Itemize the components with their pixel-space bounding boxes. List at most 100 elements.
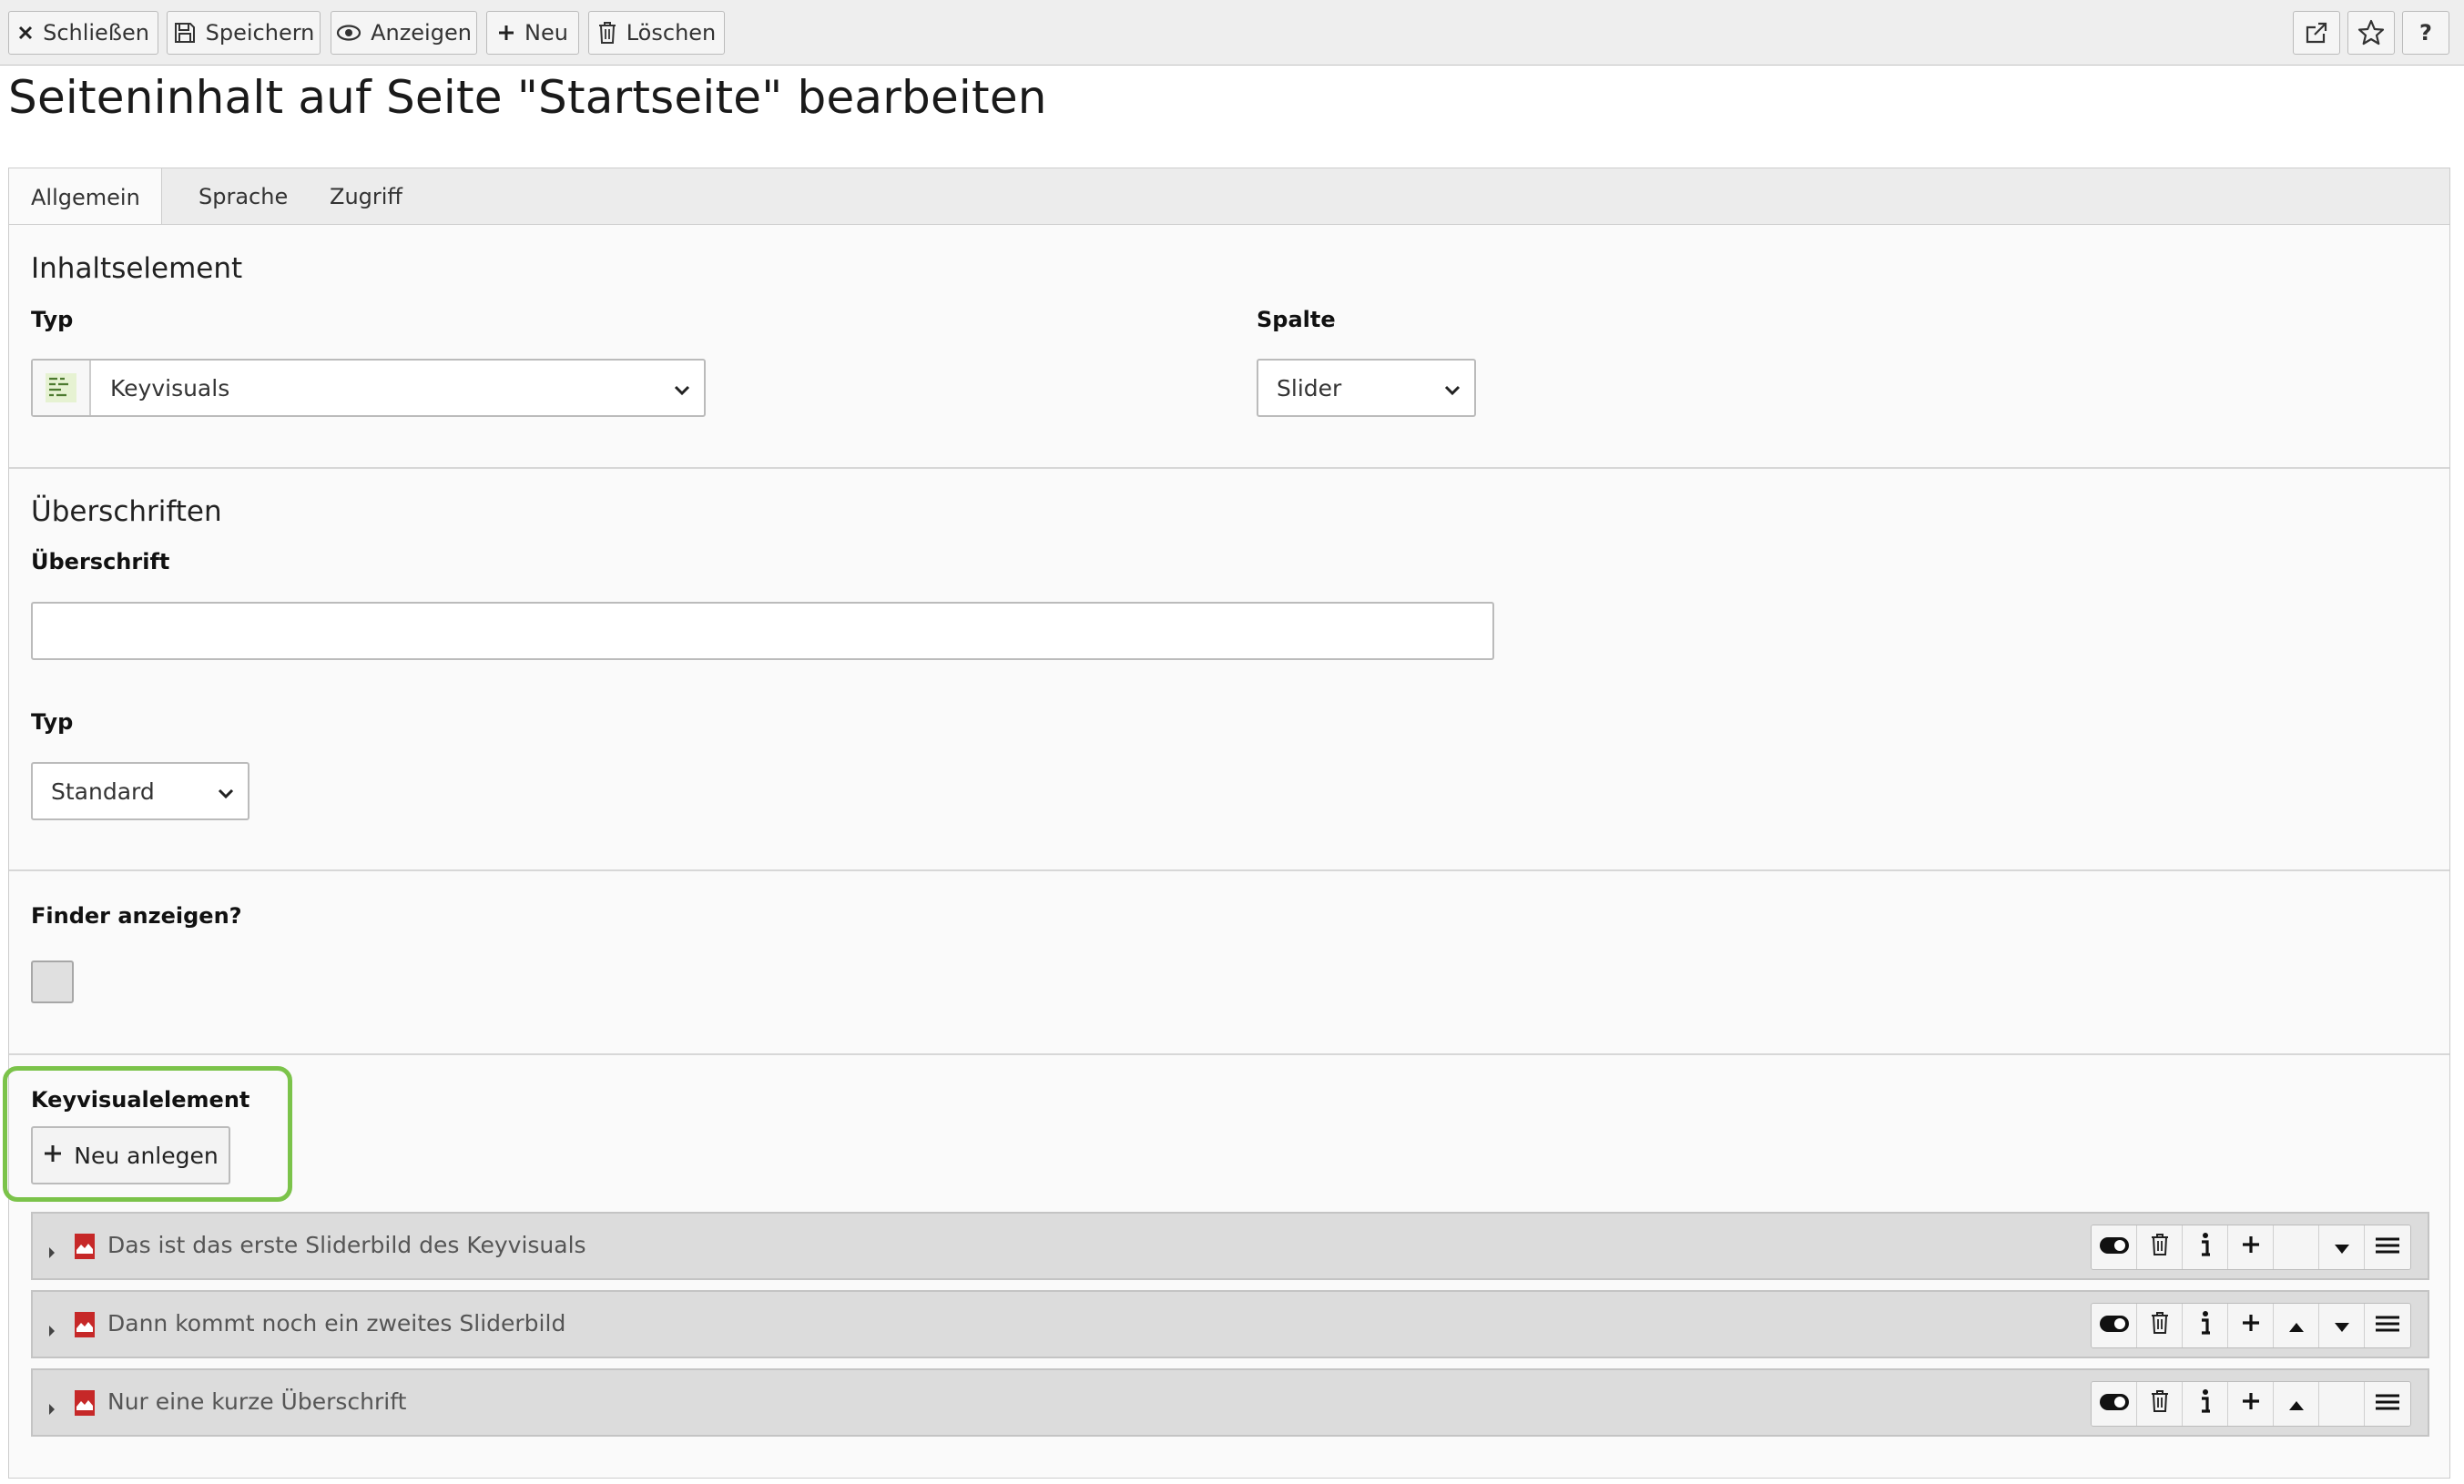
- drag-handle[interactable]: [2365, 1225, 2410, 1269]
- plus-icon: [2241, 1391, 2261, 1417]
- info-icon: [2200, 1388, 2211, 1419]
- trash-icon: [2150, 1233, 2170, 1262]
- caret-right-icon[interactable]: [47, 1397, 56, 1422]
- chevron-down-icon: [673, 379, 691, 405]
- bookmark-button[interactable]: [2347, 11, 2395, 55]
- bars-icon: [2375, 1235, 2400, 1260]
- move-up-button[interactable]: [2274, 1304, 2319, 1347]
- close-button-label: Schließen: [43, 20, 149, 46]
- info-icon: [2200, 1310, 2211, 1341]
- hide-toggle-button[interactable]: [2092, 1382, 2137, 1426]
- close-icon: [17, 25, 34, 41]
- list-item[interactable]: Nur eine kurze Überschrift: [31, 1368, 2429, 1437]
- view-button[interactable]: Anzeigen: [331, 11, 477, 55]
- chevron-down-icon: [217, 782, 235, 808]
- tab-label: Zugriff: [330, 184, 402, 209]
- caret-up-icon: [2288, 1313, 2305, 1338]
- plus-icon: [497, 24, 515, 42]
- list-item[interactable]: Das ist das erste Sliderbild des Keyvisu…: [31, 1212, 2429, 1280]
- record-controls: [2091, 1225, 2411, 1270]
- delete-button-label: Löschen: [626, 20, 717, 46]
- caret-right-icon[interactable]: [47, 1240, 56, 1265]
- record-controls: [2091, 1303, 2411, 1348]
- open-new-window-button[interactable]: [2293, 11, 2340, 55]
- help-icon: ?: [2419, 20, 2432, 46]
- toggle-icon: [2099, 1313, 2130, 1338]
- create-new-button[interactable]: Neu anlegen: [31, 1126, 230, 1184]
- move-up-button[interactable]: [2274, 1382, 2319, 1426]
- column-select[interactable]: Slider: [1257, 359, 1476, 417]
- tab-language[interactable]: Sprache: [177, 168, 310, 225]
- toggle-icon: [2099, 1391, 2130, 1417]
- info-button[interactable]: [2183, 1382, 2228, 1426]
- bars-icon: [2375, 1391, 2400, 1417]
- save-button-label: Speichern: [205, 20, 315, 46]
- caret-right-icon[interactable]: [47, 1318, 56, 1344]
- column-label: Spalte: [1257, 307, 1336, 332]
- content-type-icon: [33, 361, 91, 415]
- tab-label: Allgemein: [31, 184, 140, 210]
- close-button[interactable]: Schließen: [8, 11, 158, 55]
- info-button[interactable]: [2183, 1304, 2228, 1347]
- chevron-down-icon: [1443, 379, 1461, 405]
- record-title[interactable]: Das ist das erste Sliderbild des Keyvisu…: [107, 1232, 586, 1258]
- tab-access[interactable]: Zugriff: [308, 168, 424, 225]
- move-down-button[interactable]: [2319, 1225, 2365, 1269]
- header-type-value: Standard: [51, 778, 155, 805]
- plus-icon: [2241, 1313, 2261, 1338]
- info-icon: [2200, 1232, 2211, 1263]
- delete-button[interactable]: Löschen: [588, 11, 725, 55]
- header-type-label: Typ: [31, 709, 74, 735]
- add-record-after-button[interactable]: [2228, 1382, 2274, 1426]
- info-button[interactable]: [2183, 1225, 2228, 1269]
- header-type-select[interactable]: Standard: [31, 762, 249, 820]
- plus-icon: [43, 1143, 63, 1169]
- content-type-value: Keyvisuals: [110, 374, 230, 401]
- header-input[interactable]: [31, 602, 1494, 660]
- tab-general[interactable]: Allgemein: [9, 168, 162, 226]
- section-title-headers: Überschriften: [31, 495, 222, 528]
- new-button[interactable]: Neu: [486, 11, 579, 55]
- view-button-label: Anzeigen: [371, 20, 472, 46]
- hide-toggle-button[interactable]: [2092, 1225, 2137, 1269]
- new-button-label: Neu: [524, 20, 568, 46]
- drag-handle[interactable]: [2365, 1304, 2410, 1347]
- image-record-icon: [73, 1311, 97, 1344]
- bars-icon: [2375, 1313, 2400, 1338]
- finder-checkbox[interactable]: [31, 961, 74, 1003]
- column-value: Slider: [1277, 374, 1342, 401]
- section-title-content-element: Inhaltselement: [31, 252, 243, 285]
- drag-handle[interactable]: [2365, 1382, 2410, 1426]
- section-divider: [9, 1053, 2449, 1055]
- hide-toggle-button[interactable]: [2092, 1304, 2137, 1347]
- move-down-button: [2319, 1382, 2365, 1426]
- move-down-button[interactable]: [2319, 1304, 2365, 1347]
- delete-record-button[interactable]: [2137, 1304, 2183, 1347]
- create-new-button-label: Neu anlegen: [74, 1142, 219, 1169]
- save-button[interactable]: Speichern: [167, 11, 321, 55]
- header-label: Überschrift: [31, 549, 170, 574]
- help-button[interactable]: ?: [2402, 11, 2449, 55]
- list-item[interactable]: Dann kommt noch ein zweites Sliderbild: [31, 1290, 2429, 1358]
- caret-up-icon: [2288, 1391, 2305, 1417]
- record-title[interactable]: Nur eine kurze Überschrift: [107, 1388, 406, 1415]
- tab-bar: Allgemein Sprache Zugriff: [8, 168, 2450, 226]
- image-record-icon: [73, 1389, 97, 1422]
- move-up-button: [2274, 1225, 2319, 1269]
- section-divider: [9, 467, 2449, 469]
- content-type-select[interactable]: Keyvisuals: [31, 359, 706, 417]
- trash-icon: [2150, 1389, 2170, 1418]
- trash-icon: [597, 21, 617, 45]
- delete-record-button[interactable]: [2137, 1382, 2183, 1426]
- add-record-after-button[interactable]: [2228, 1304, 2274, 1347]
- trash-icon: [2150, 1311, 2170, 1340]
- plus-icon: [2241, 1235, 2261, 1260]
- add-record-after-button[interactable]: [2228, 1225, 2274, 1269]
- save-icon: [173, 21, 197, 45]
- delete-record-button[interactable]: [2137, 1225, 2183, 1269]
- record-title[interactable]: Dann kommt noch ein zweites Sliderbild: [107, 1310, 565, 1337]
- external-link-icon: [2304, 20, 2329, 46]
- caret-down-icon: [2334, 1313, 2350, 1338]
- tab-label: Sprache: [199, 184, 289, 209]
- type-label: Typ: [31, 307, 74, 332]
